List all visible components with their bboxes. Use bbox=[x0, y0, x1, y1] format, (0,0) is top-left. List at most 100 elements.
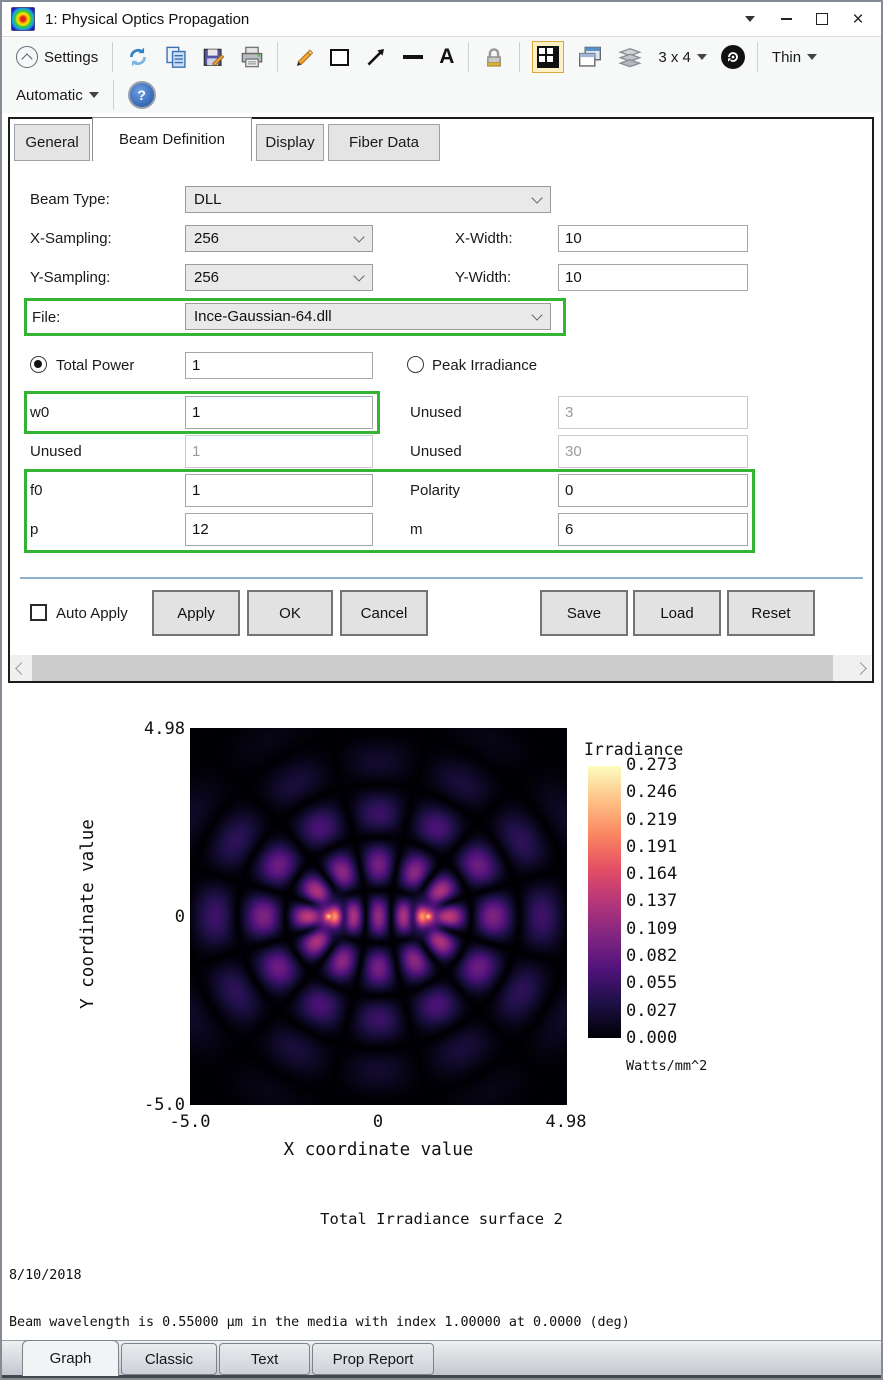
x-width-input[interactable] bbox=[558, 225, 748, 252]
param-unused1-label: Unused bbox=[410, 404, 462, 421]
horizontal-scrollbar[interactable] bbox=[10, 655, 871, 681]
lock-button[interactable] bbox=[481, 44, 507, 70]
settings-toggle-button[interactable]: Settings bbox=[14, 44, 100, 70]
refresh-button[interactable] bbox=[125, 44, 151, 70]
x-tick-left: -5.0 bbox=[169, 1112, 211, 1132]
scrollbar-thumb[interactable] bbox=[32, 655, 833, 681]
annotate-rectangle-button[interactable] bbox=[328, 47, 351, 68]
configurations-button[interactable] bbox=[616, 44, 644, 70]
param-f0-label: f0 bbox=[30, 482, 43, 499]
report-line: 8/10/2018 bbox=[9, 1267, 82, 1283]
save-button[interactable]: Save bbox=[540, 590, 628, 636]
bottom-tab-graph[interactable]: Graph bbox=[22, 1340, 119, 1376]
load-button[interactable]: Load bbox=[633, 590, 721, 636]
active-config-button[interactable] bbox=[720, 45, 745, 69]
ok-button[interactable]: OK bbox=[247, 590, 333, 636]
x-axis-label: X coordinate value bbox=[283, 1140, 474, 1160]
chevron-right-icon bbox=[853, 661, 867, 675]
file-value: Ince-Gaussian-64.dll bbox=[194, 308, 332, 325]
param-unused3-input bbox=[558, 435, 748, 468]
report-title: Total Irradiance surface 2 bbox=[320, 1210, 563, 1228]
y-tick-top: 4.98 bbox=[144, 719, 185, 739]
bottom-tab-prop-report[interactable]: Prop Report bbox=[312, 1343, 434, 1375]
split-view-button[interactable] bbox=[532, 41, 565, 73]
annotate-pencil-button[interactable] bbox=[290, 44, 316, 70]
x-sampling-select[interactable]: 256 bbox=[185, 225, 373, 252]
rectangle-icon bbox=[330, 48, 350, 66]
y-axis-label: Y coordinate value bbox=[78, 819, 98, 1009]
line-icon bbox=[403, 55, 424, 59]
maximize-button[interactable] bbox=[811, 8, 833, 30]
tab-fiber-data[interactable]: Fiber Data bbox=[328, 124, 440, 161]
scroll-right-button[interactable] bbox=[849, 655, 871, 681]
tab-general[interactable]: General bbox=[14, 124, 90, 161]
param-unused2-input bbox=[185, 435, 373, 468]
help-button[interactable]: ? bbox=[126, 79, 158, 111]
colorbar bbox=[588, 766, 621, 1038]
thickness-dropdown[interactable]: Thin bbox=[770, 47, 819, 68]
lock-icon bbox=[487, 48, 502, 67]
minimize-button[interactable] bbox=[775, 8, 797, 30]
bottom-tab-text[interactable]: Text bbox=[219, 1343, 310, 1375]
annotate-text-button[interactable]: A bbox=[437, 45, 456, 69]
cascade-windows-button[interactable] bbox=[576, 44, 604, 70]
reset-button[interactable]: Reset bbox=[727, 590, 815, 636]
total-power-input[interactable] bbox=[185, 352, 373, 379]
y-width-label: Y-Width: bbox=[455, 269, 512, 286]
file-label: File: bbox=[32, 309, 61, 326]
chevron-down-icon bbox=[353, 231, 365, 243]
tab-display[interactable]: Display bbox=[256, 124, 324, 161]
y-sampling-value: 256 bbox=[194, 269, 220, 286]
app-icon bbox=[11, 7, 35, 31]
y-sampling-select[interactable]: 256 bbox=[185, 264, 373, 291]
y-sampling-label: Y-Sampling: bbox=[30, 269, 111, 286]
grid-size-dropdown[interactable]: 3 x 4 bbox=[656, 47, 709, 68]
beam-type-select[interactable]: DLL bbox=[185, 186, 551, 213]
annotate-arrow-button[interactable] bbox=[363, 44, 389, 70]
apply-button[interactable]: Apply bbox=[152, 590, 240, 636]
copy-icon bbox=[166, 46, 186, 68]
param-p-label: p bbox=[30, 521, 39, 538]
cancel-button[interactable]: Cancel bbox=[340, 590, 428, 636]
param-polarity-input[interactable] bbox=[558, 474, 748, 507]
param-p-input[interactable] bbox=[185, 513, 373, 546]
y-width-input[interactable] bbox=[558, 264, 748, 291]
minimize-icon bbox=[780, 18, 792, 20]
param-f0-input[interactable] bbox=[185, 474, 373, 507]
copy-button[interactable] bbox=[163, 44, 189, 70]
automatic-dropdown[interactable]: Automatic bbox=[14, 85, 101, 106]
chevron-down-icon bbox=[353, 270, 365, 282]
app-window: 1: Physical Optics Propagation × Setting… bbox=[0, 0, 883, 1380]
scroll-left-button[interactable] bbox=[10, 655, 32, 681]
chevron-down-icon bbox=[745, 16, 755, 22]
help-icon: ? bbox=[127, 81, 156, 109]
auto-apply-checkbox[interactable] bbox=[30, 604, 47, 621]
param-unused2-label: Unused bbox=[30, 443, 82, 460]
param-m-input[interactable] bbox=[558, 513, 748, 546]
refresh-icon bbox=[130, 47, 147, 67]
tab-label: General bbox=[25, 134, 79, 151]
load-label: Load bbox=[660, 604, 694, 622]
separator bbox=[519, 42, 521, 72]
annotate-line-button[interactable] bbox=[401, 53, 425, 61]
window-menu-icon[interactable] bbox=[739, 8, 761, 30]
bottom-tab-classic[interactable]: Classic bbox=[121, 1343, 217, 1375]
param-w0-input[interactable] bbox=[185, 396, 373, 429]
save-button-toolbar[interactable] bbox=[201, 44, 227, 70]
tab-label: Fiber Data bbox=[348, 134, 420, 151]
total-power-radio[interactable] bbox=[30, 356, 47, 373]
tab-beam-definition[interactable]: Beam Definition bbox=[92, 117, 252, 161]
separator bbox=[468, 42, 470, 72]
close-button[interactable]: × bbox=[847, 8, 869, 30]
file-select[interactable]: Ince-Gaussian-64.dll bbox=[185, 303, 551, 330]
peak-irradiance-radio[interactable] bbox=[407, 356, 424, 373]
chevron-down-icon bbox=[696, 54, 707, 60]
arrow-icon bbox=[367, 49, 385, 66]
print-button[interactable] bbox=[239, 44, 265, 70]
chevron-down-icon bbox=[807, 54, 818, 60]
close-icon: × bbox=[852, 8, 864, 30]
auto-apply-label: Auto Apply bbox=[56, 605, 128, 622]
report-line: Beam wavelength is 0.55000 µm in the med… bbox=[9, 1314, 630, 1330]
save-icon bbox=[203, 48, 225, 67]
tab-label: Text bbox=[250, 1350, 279, 1368]
